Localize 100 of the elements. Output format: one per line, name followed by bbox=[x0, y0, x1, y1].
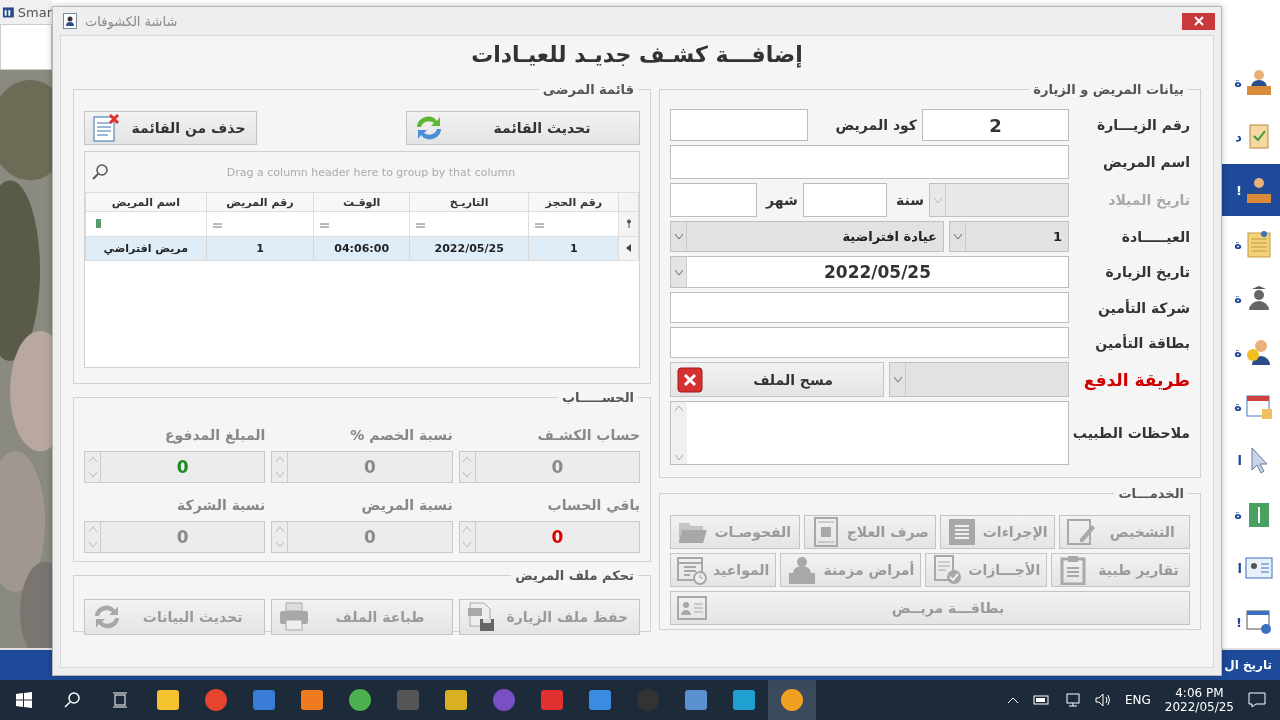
delete-from-list-button[interactable]: حذف من القائمة bbox=[84, 111, 257, 145]
filter-cell[interactable] bbox=[313, 211, 410, 237]
refresh-list-button[interactable]: تحديث القائمة bbox=[406, 111, 640, 145]
caret-up-icon bbox=[88, 457, 97, 462]
caret-up-icon bbox=[463, 527, 472, 532]
field-label: نسبة الخصم % bbox=[349, 426, 453, 445]
insurance-card-field[interactable] bbox=[670, 327, 1069, 358]
year-field[interactable] bbox=[802, 183, 887, 217]
clinic-dropdown[interactable]: عيادة افتراضية bbox=[670, 221, 944, 252]
notepad-icon bbox=[1244, 229, 1274, 259]
windows-icon bbox=[16, 692, 32, 708]
clear-file-button[interactable]: مسح الملف bbox=[670, 362, 884, 397]
patient-name-field[interactable] bbox=[670, 145, 1069, 179]
panel-title: قائمة المرضى bbox=[541, 82, 635, 97]
app-icon bbox=[396, 688, 420, 712]
volume-icon bbox=[1094, 693, 1111, 707]
column-header[interactable]: رقم الحجز bbox=[528, 192, 619, 212]
app-icon bbox=[204, 688, 228, 712]
equals-icon bbox=[320, 222, 330, 228]
field-label: نسبة المريض bbox=[360, 496, 453, 516]
taskbar-app[interactable] bbox=[768, 680, 816, 720]
caret-down-icon bbox=[275, 472, 284, 477]
sidebar-item[interactable]: ! bbox=[1222, 596, 1280, 648]
search-icon bbox=[91, 163, 109, 181]
app-icon bbox=[63, 13, 77, 29]
filter-cell[interactable] bbox=[206, 211, 314, 237]
column-header[interactable]: التاريـخ bbox=[409, 192, 529, 212]
caret-down-icon bbox=[674, 269, 683, 275]
list-icon bbox=[946, 517, 977, 547]
doctor-notes-field[interactable] bbox=[670, 401, 1069, 465]
app-title: Smar bbox=[17, 4, 52, 20]
number-field[interactable]: 0 bbox=[84, 451, 266, 483]
filter-cell[interactable] bbox=[409, 211, 529, 237]
table-cell: 04:06:00 bbox=[313, 236, 410, 261]
group-hint: Drag a column header here to group by that column bbox=[225, 165, 517, 179]
caret-down-icon bbox=[953, 234, 962, 239]
birth-date-dropdown[interactable] bbox=[929, 183, 1069, 217]
sidebar-item[interactable]: ة bbox=[1222, 488, 1280, 540]
sidebar-item[interactable]: ة bbox=[1222, 272, 1280, 324]
caret-down-icon bbox=[933, 197, 942, 203]
caret-up-icon bbox=[275, 457, 284, 462]
app-icon bbox=[348, 688, 372, 712]
sidebar-item[interactable]: ة bbox=[1222, 326, 1280, 378]
column-header[interactable]: الوقـت bbox=[313, 192, 410, 212]
calendar-clock-icon bbox=[677, 555, 707, 585]
network-icon bbox=[1064, 693, 1081, 707]
sidebar-item[interactable]: ا bbox=[1222, 542, 1280, 594]
sidebar-item[interactable]: ة bbox=[1222, 218, 1280, 270]
app-icon bbox=[684, 688, 708, 712]
number-field[interactable]: 0 bbox=[458, 521, 640, 553]
table-cell: 1 bbox=[528, 236, 619, 261]
visit-number-field[interactable]: 2 bbox=[922, 109, 1069, 141]
filter-cell[interactable] bbox=[85, 211, 207, 237]
caret-down-icon bbox=[463, 472, 472, 477]
panel-title: الحســـــاب bbox=[560, 390, 635, 405]
panel-title: الخدمـــات bbox=[1117, 486, 1185, 501]
clinic-number-dropdown[interactable]: 1 bbox=[949, 221, 1069, 252]
column-header[interactable]: رقم المريض bbox=[206, 192, 314, 212]
caret-down-icon bbox=[675, 455, 683, 460]
column-header[interactable]: اسم المريض bbox=[85, 192, 207, 212]
sidebar-item[interactable]: ة bbox=[1222, 56, 1280, 108]
caret-down-icon bbox=[893, 377, 902, 382]
clock-time: 4:06 PM bbox=[1175, 686, 1224, 700]
sidebar-item[interactable]: ! bbox=[1222, 164, 1280, 216]
app-icon bbox=[540, 688, 564, 712]
filter-cell[interactable] bbox=[528, 211, 619, 237]
insurance-company-field[interactable] bbox=[670, 292, 1069, 323]
field-label: تاريخ الميلاد bbox=[1107, 191, 1190, 211]
equals-icon bbox=[212, 222, 222, 228]
clock-date: 2022/05/25 bbox=[1164, 700, 1234, 714]
language-indicator[interactable]: ENG bbox=[1124, 693, 1151, 707]
field-label: نسبة الشركة bbox=[176, 496, 266, 516]
window-title: شاشة الكشوفات bbox=[85, 13, 178, 29]
caret-down-icon bbox=[674, 234, 683, 239]
sidebar-item[interactable]: ة bbox=[1222, 380, 1280, 432]
status-text: تاريخ ال bbox=[1224, 658, 1272, 672]
app-icon bbox=[444, 688, 468, 712]
caret-down-icon bbox=[275, 542, 284, 547]
panel bbox=[0, 24, 52, 70]
app-icon bbox=[252, 688, 276, 712]
visit-date-field[interactable]: 2022/05/25 bbox=[670, 256, 1069, 288]
month-field[interactable] bbox=[670, 183, 757, 217]
field-label: العيـــــادة bbox=[1120, 227, 1190, 247]
table-cell: 2022/05/25 bbox=[409, 236, 529, 261]
caret-down-icon bbox=[88, 542, 97, 547]
app-icon bbox=[732, 688, 756, 712]
task-view-icon bbox=[112, 692, 128, 708]
sidebar-item[interactable]: د bbox=[1222, 110, 1280, 162]
patient-code-field[interactable] bbox=[670, 109, 808, 141]
close-button[interactable] bbox=[1182, 12, 1215, 30]
field-label: رقم الزيـــارة bbox=[1095, 116, 1190, 136]
clipboard-icon bbox=[1058, 555, 1089, 585]
field-label: تاريخ الزيارة bbox=[1104, 263, 1190, 283]
sidebar-item[interactable]: ا bbox=[1222, 434, 1280, 486]
app-icon bbox=[156, 688, 180, 712]
field-label: شهر bbox=[764, 191, 798, 211]
app-icon bbox=[492, 688, 516, 712]
person-desk-icon bbox=[1244, 175, 1274, 205]
app-icon bbox=[780, 688, 804, 712]
field-label: بطاقة التأمين bbox=[1094, 333, 1190, 354]
